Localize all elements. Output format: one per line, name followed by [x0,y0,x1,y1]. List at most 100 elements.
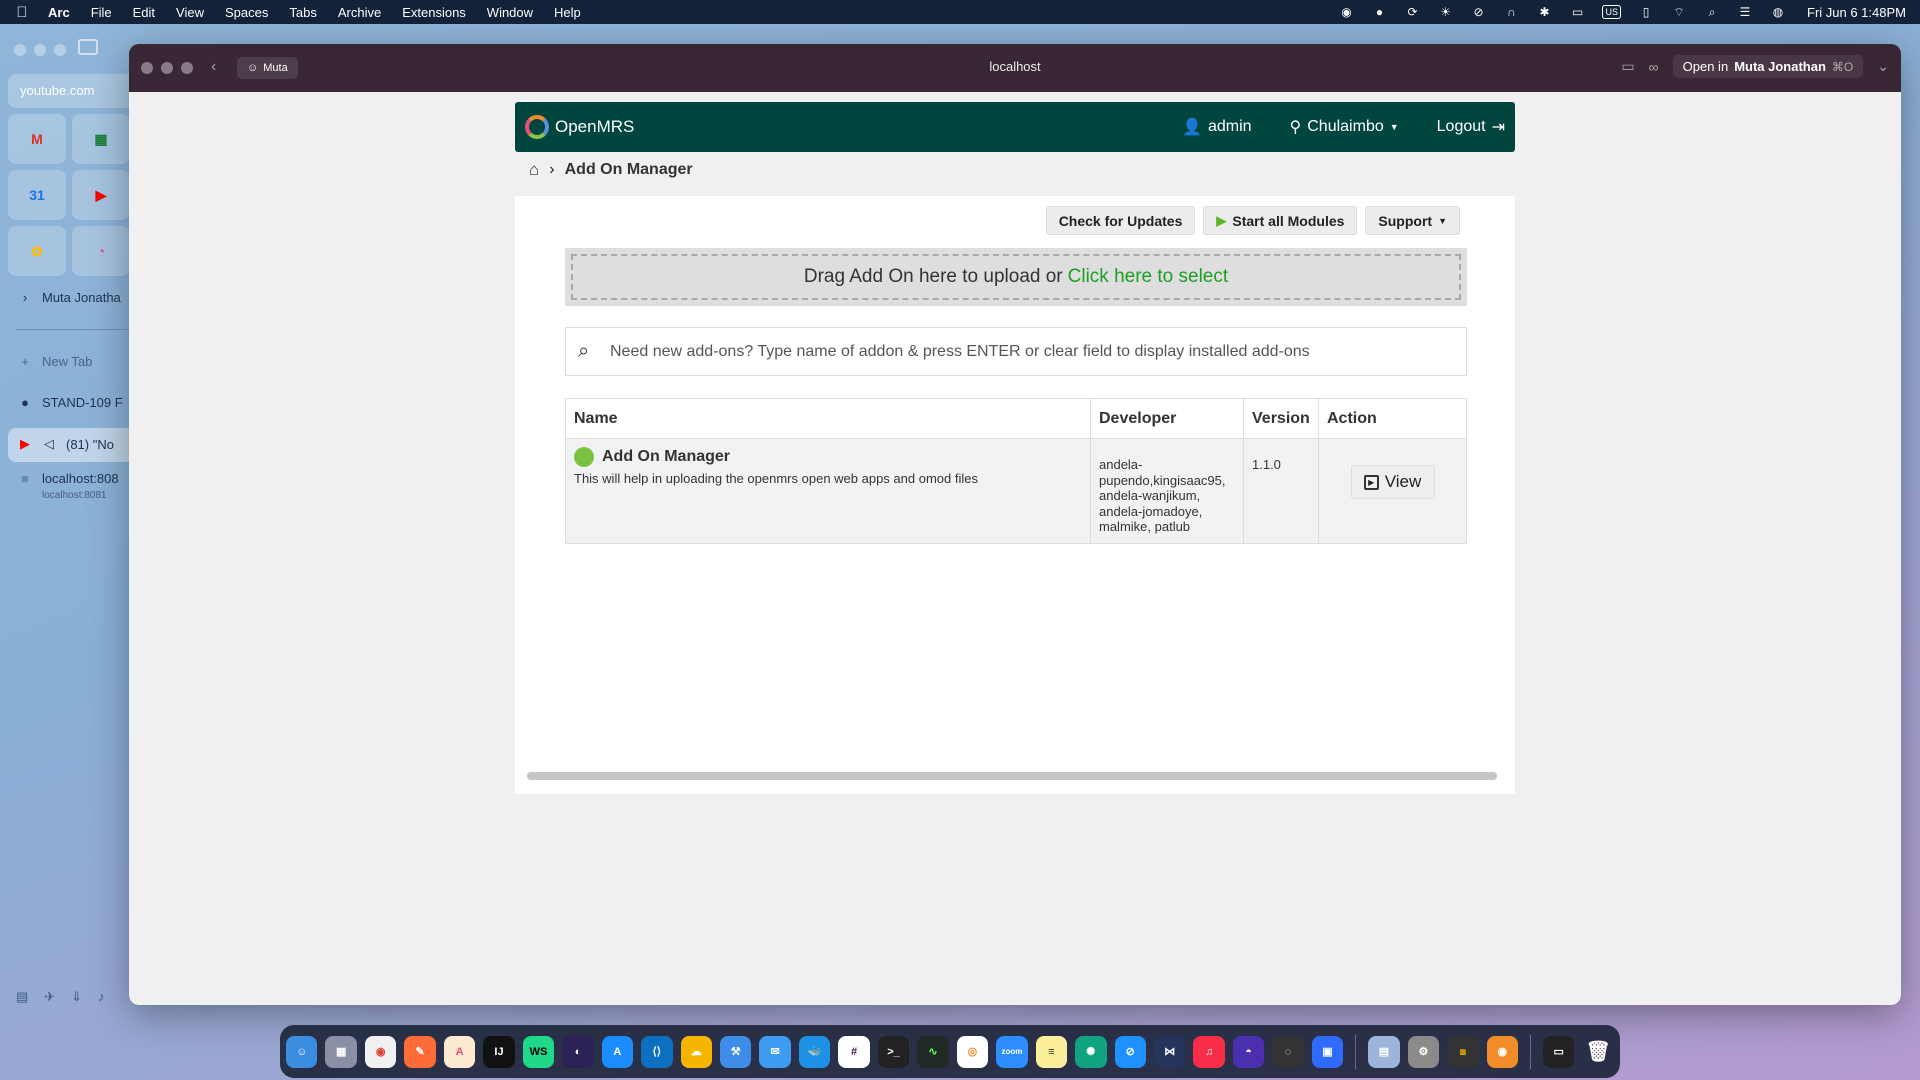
minimize-dot[interactable] [161,62,173,74]
terminal-minimized-icon[interactable]: ▭ [1543,1035,1575,1068]
sidebar-toggle-icon[interactable] [78,39,98,55]
speaker-icon[interactable]: ◁ [42,436,56,452]
sidebar-url-pill[interactable]: youtube.com [8,74,148,108]
intellij-icon[interactable]: IJ [483,1035,515,1068]
menu-edit[interactable]: Edit [133,5,155,20]
airplane-icon[interactable]: ✈ [44,989,55,1005]
vscode-icon[interactable]: ⟨⟩ [641,1035,673,1068]
safari-icon[interactable]: ⊘ [1114,1035,1146,1068]
postman-icon[interactable]: ✎ [404,1035,436,1068]
gmail-icon[interactable]: M [8,114,66,164]
spotlight-icon[interactable]: ⌕ [1704,5,1720,19]
close-dot[interactable] [141,62,153,74]
finder-icon[interactable]: ☺ [286,1035,318,1068]
select-file-link[interactable]: Click here to select [1068,266,1229,288]
headphones-icon[interactable]: ∩ [1503,5,1519,19]
zoom-app-icon[interactable]: zoom [996,1035,1028,1068]
control-center-icon[interactable]: ☰ [1737,5,1753,19]
logout-link[interactable]: Logout ⇥ [1437,117,1505,137]
archive-icon[interactable]: ▤ [16,989,28,1005]
stats-icon[interactable]: ▥ [1447,1035,1479,1068]
notes-icon[interactable]: ≡ [1035,1035,1068,1068]
sheets-icon[interactable]: ▦ [72,114,130,164]
close-dot[interactable] [14,44,26,56]
menu-tabs[interactable]: Tabs [289,5,316,20]
support-button[interactable]: Support ▼ [1365,206,1460,235]
view-button[interactable]: ▶ View [1350,465,1435,499]
zoom-icon[interactable]: ● [1371,5,1387,19]
chrome-icon[interactable]: ◉ [364,1035,397,1068]
eclipse-icon[interactable]: ◐ [562,1035,594,1068]
scrollbar-thumb[interactable] [527,772,1497,780]
zoom-dot[interactable] [181,62,193,74]
link-icon[interactable]: ∞ [1649,59,1659,75]
terminal-icon[interactable]: >_ [877,1035,910,1068]
slack-icon[interactable]: # [838,1035,870,1068]
zoom-dot[interactable] [54,44,66,56]
menu-extensions[interactable]: Extensions [402,5,466,20]
vpn-icon[interactable]: ⊘ [1470,5,1486,19]
mail-icon[interactable]: ✉ [759,1035,791,1068]
chevron-down-icon[interactable]: ⌄ [1877,58,1889,75]
music-icon[interactable]: ♪ [98,989,105,1005]
addon-search-input[interactable] [610,342,1454,361]
menu-window[interactable]: Window [487,5,533,20]
bluetooth-icon[interactable]: ✱ [1536,5,1552,19]
menu-file[interactable]: File [91,5,112,20]
app-store-icon[interactable]: A [601,1035,634,1068]
horizontal-scrollbar[interactable] [527,772,1497,780]
openmrs-dock-icon[interactable]: ◎ [956,1035,989,1068]
docker-icon[interactable]: 🐳 [798,1035,831,1068]
sidebar-tab-localhost[interactable]: ■ localhost:808 localhost:8081 [18,471,119,501]
upload-dropzone[interactable]: Drag Add On here to upload or Click here… [565,248,1467,306]
openmrs-logo[interactable]: OpenMRS [525,115,634,139]
calendar-icon[interactable]: 31 [8,170,66,220]
open-in-button[interactable]: Open in Muta Jonathan ⌘O [1672,55,1864,78]
xcode-icon[interactable]: ⚒ [719,1035,752,1068]
shortcuts-icon[interactable]: ◌ [1272,1035,1304,1068]
music-icon[interactable]: ♫ [1193,1035,1225,1068]
arc-icon[interactable]: A [443,1035,476,1068]
display-icon[interactable]: ▭ [1569,5,1585,19]
sidebar-tab-youtube[interactable]: ▶ ◁ (81) "No [18,436,114,452]
profile-pill[interactable]: ☺ Muta [237,57,298,79]
activity-monitor-icon[interactable]: ∿ [917,1035,949,1068]
app-favorite-icon[interactable]: ◔ [72,226,130,276]
input-source-indicator[interactable]: US [1602,5,1621,19]
launchpad-icon[interactable]: ▦ [325,1035,357,1068]
apple-icon[interactable]:  [14,4,30,21]
wifi-icon[interactable]: ⌔ [1671,5,1687,19]
menubar-clock[interactable]: Fri Jun 6 1:48PM [1807,5,1906,20]
check-updates-button[interactable]: Check for Updates [1045,206,1196,235]
cast-icon[interactable]: ▭ [1621,58,1634,75]
battery-icon[interactable]: ▯ [1638,5,1654,19]
space-row[interactable]: › Muta Jonatha [18,290,121,305]
home-icon[interactable]: ⌂ [529,160,539,180]
minimize-dot[interactable] [34,44,46,56]
settings-icon[interactable]: ⚙ [1407,1035,1440,1068]
menu-help[interactable]: Help [554,5,581,20]
stack-icon[interactable]: ☁ [680,1035,712,1068]
address-text[interactable]: localhost [989,59,1040,74]
download-icon[interactable]: ⇓ [71,989,82,1005]
sync-icon[interactable]: ⟳ [1404,5,1420,19]
menu-app-name[interactable]: Arc [48,5,70,20]
trash-icon[interactable]: 🗑 [1582,1036,1613,1068]
new-tab-row[interactable]: + New Tab [18,354,92,369]
user-menu[interactable]: 👤 admin [1182,117,1252,137]
menu-spaces[interactable]: Spaces [225,5,268,20]
webstorm-icon[interactable]: WS [522,1035,555,1068]
brightness-icon[interactable]: ☀ [1437,5,1453,19]
siri-icon[interactable]: ◍ [1770,5,1786,19]
back-icon[interactable]: ‹ [211,58,216,76]
proton-icon[interactable]: ◓ [1232,1035,1265,1068]
youtube-icon[interactable]: ▶ [72,170,130,220]
photos-icon[interactable]: ✿ [8,226,66,276]
location-menu[interactable]: ⚲ Chulaimbo ▼ [1290,117,1399,137]
sidebar-tab-github[interactable]: ● STAND-109 F [18,395,123,410]
screen-record-icon[interactable]: ◉ [1338,5,1354,19]
arc-active-icon[interactable]: ◉ [1486,1035,1519,1068]
start-modules-button[interactable]: ▶ Start all Modules [1203,206,1358,235]
chatgpt-icon[interactable]: ✺ [1075,1035,1107,1068]
quick-icon[interactable]: ▣ [1311,1035,1344,1068]
